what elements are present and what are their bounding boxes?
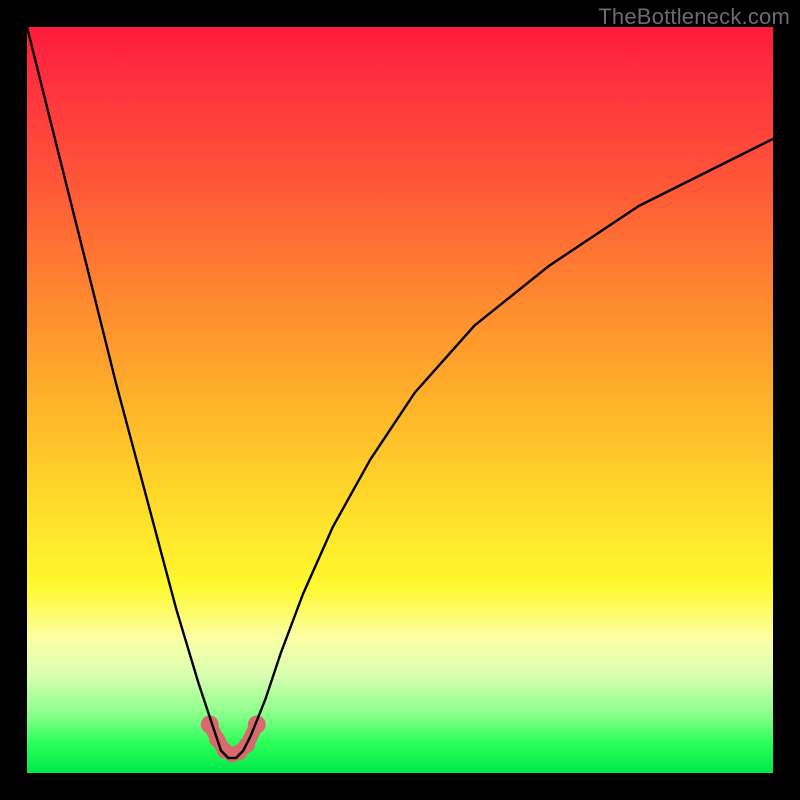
bottleneck-curve [27, 27, 773, 758]
watermark-text: TheBottleneck.com [598, 4, 790, 30]
chart-frame: TheBottleneck.com [0, 0, 800, 800]
curve-svg [27, 27, 773, 773]
plot-area [27, 27, 773, 773]
